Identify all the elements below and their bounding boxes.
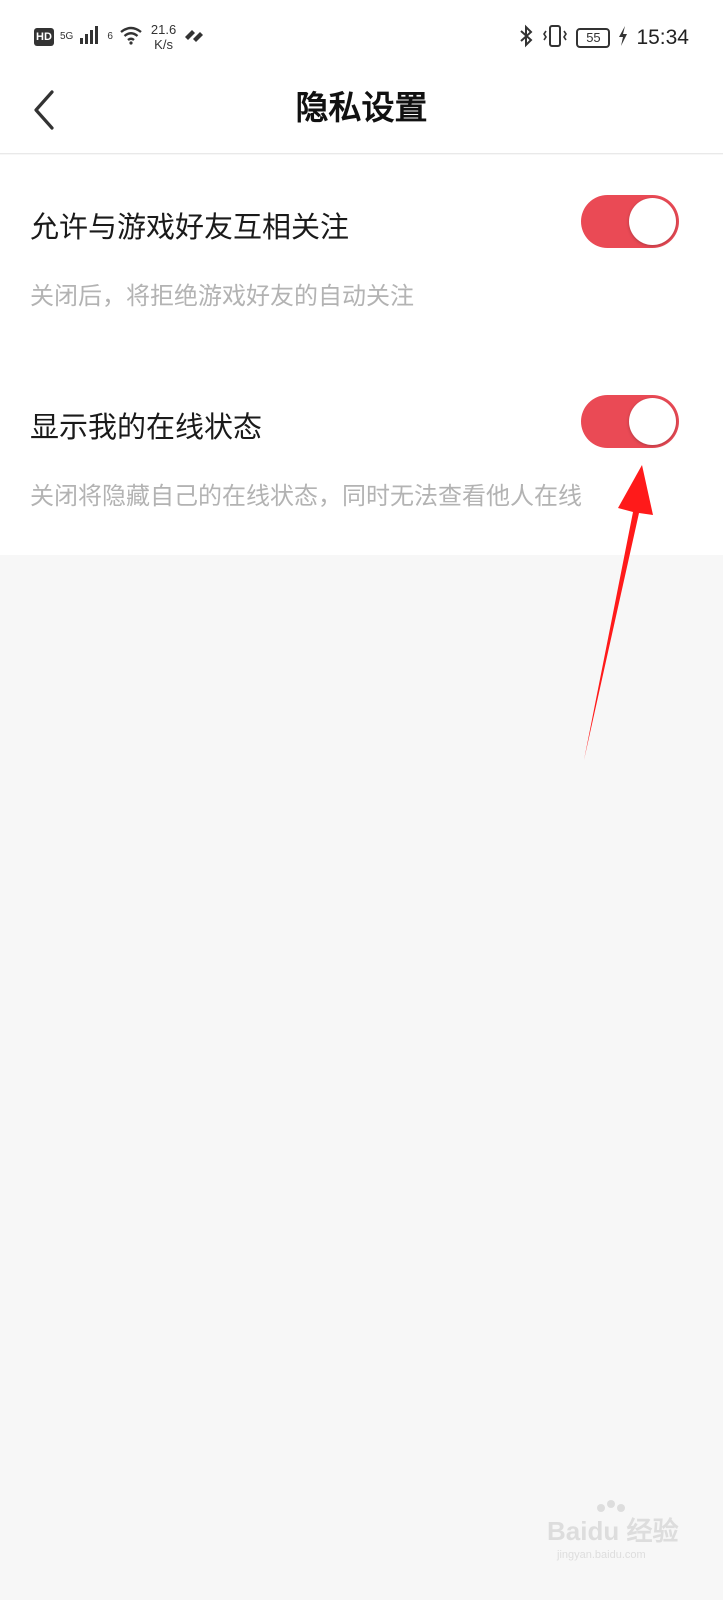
network-speed-value: 21.6 xyxy=(150,22,177,37)
wifi-generation: 6 xyxy=(107,31,113,42)
header: 隐私设置 xyxy=(0,80,723,154)
network-type: 5G xyxy=(60,31,74,42)
setting-show-online-status: 显示我的在线状态 关闭将隐藏自己的在线状态，同时无法查看他人在线 xyxy=(0,355,723,555)
charging-icon xyxy=(618,25,628,51)
status-bar: HD 5G 6 21.6 K/s 55 15:34 xyxy=(0,0,723,80)
settings-list: 允许与游戏好友互相关注 关闭后，将拒绝游戏好友的自动关注 显示我的在线状态 关闭… xyxy=(0,155,723,555)
bluetooth-icon xyxy=(518,24,534,52)
mutual-follow-toggle[interactable] xyxy=(581,195,679,248)
network-speed-unit: K/s xyxy=(154,37,173,52)
network-speed: 21.6 K/s xyxy=(151,22,176,52)
setting-description: 关闭将隐藏自己的在线状态，同时无法查看他人在线 xyxy=(30,482,582,510)
setting-description: 关闭后，将拒绝游戏好友的自动关注 xyxy=(30,282,414,310)
online-status-toggle[interactable] xyxy=(581,395,679,448)
setting-title: 显示我的在线状态 xyxy=(30,410,263,444)
app-notification-icon xyxy=(182,24,206,50)
setting-title: 允许与游戏好友互相关注 xyxy=(30,210,350,244)
app-screen: HD 5G 6 21.6 K/s 55 15:34 隐私设置 允许与游戏好友互相… xyxy=(0,0,723,1600)
status-bar-right: 55 15:34 xyxy=(518,24,689,52)
page-title: 隐私设置 xyxy=(295,88,428,127)
svg-text:jingyan.baidu.com: jingyan.baidu.com xyxy=(556,1549,646,1561)
toggle-knob xyxy=(629,398,676,445)
svg-text:Baidu 经验: Baidu 经验 xyxy=(547,1516,678,1546)
vibrate-icon xyxy=(542,24,568,52)
status-bar-left: HD 5G 6 21.6 K/s xyxy=(34,22,206,52)
setting-allow-mutual-follow: 允许与游戏好友互相关注 关闭后，将拒绝游戏好友的自动关注 xyxy=(0,155,723,355)
clock: 15:34 xyxy=(636,26,689,49)
battery-indicator: 55 xyxy=(576,28,611,48)
hd-badge: HD xyxy=(34,28,54,46)
signal-icon xyxy=(79,24,101,50)
baidu-jingyan-watermark: Baidu 经验 jingyan.baidu.com xyxy=(543,1496,683,1570)
toggle-knob xyxy=(629,198,676,245)
wifi-icon xyxy=(119,25,143,49)
